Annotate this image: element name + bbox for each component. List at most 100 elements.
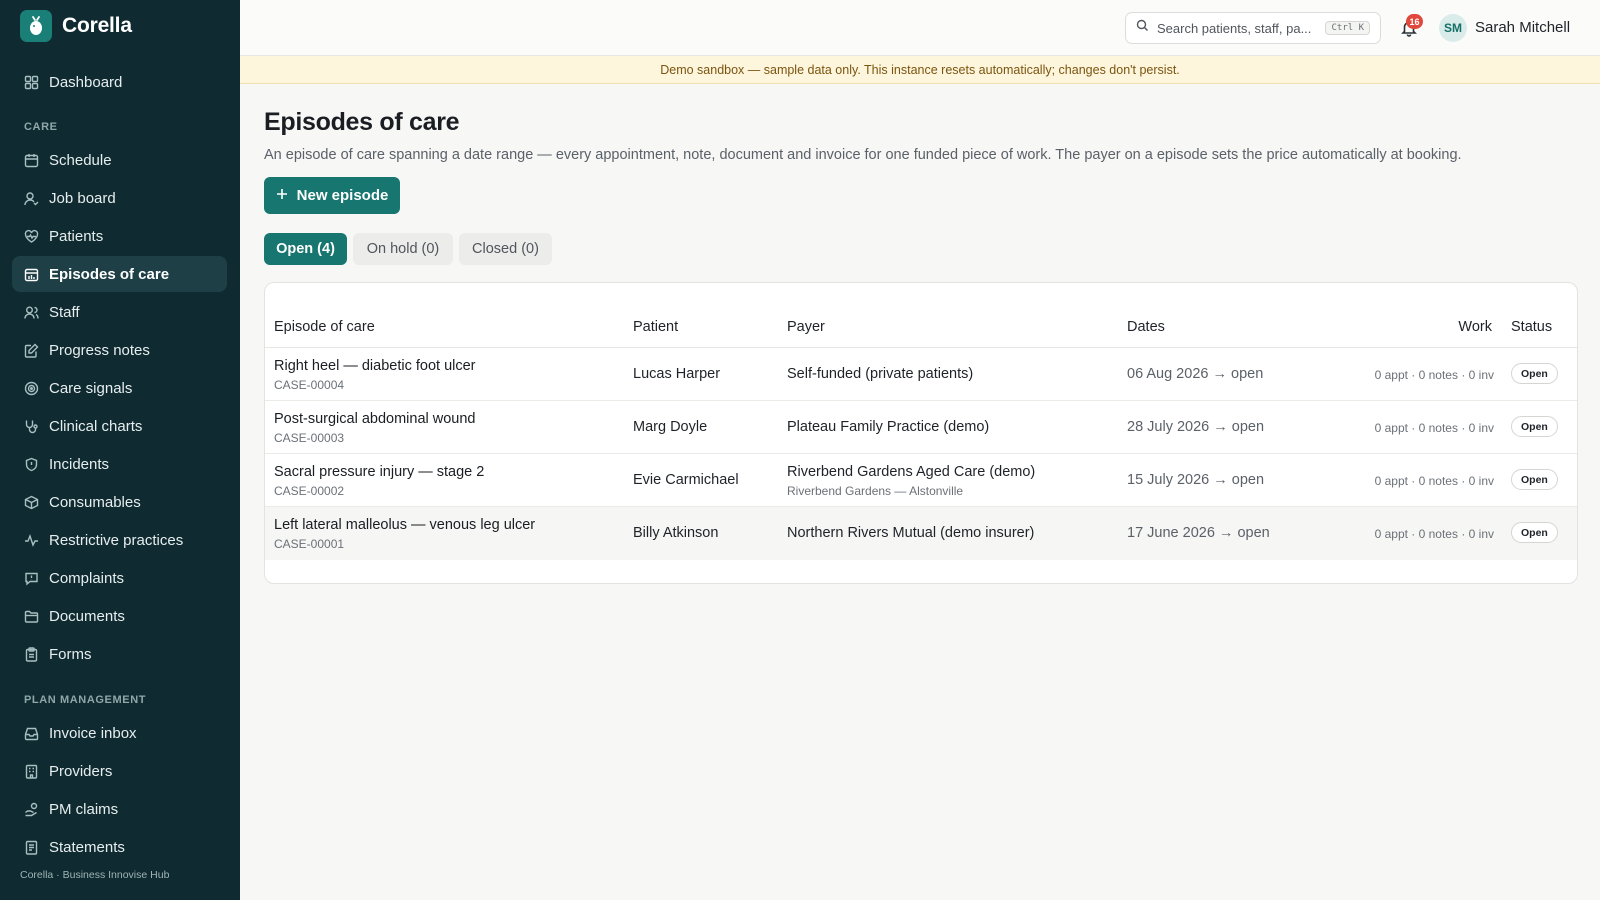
sidebar-item-invoice-inbox[interactable]: Invoice inbox xyxy=(12,715,227,751)
tab-open[interactable]: Open (4) xyxy=(264,233,347,265)
status-badge: Open xyxy=(1511,363,1558,384)
table-row[interactable]: Sacral pressure injury — stage 2 CASE-00… xyxy=(265,454,1577,507)
brand[interactable]: Corella xyxy=(20,10,132,42)
sidebar-item-pm-claims[interactable]: PM claims xyxy=(12,791,227,827)
stethoscope-icon xyxy=(24,419,39,434)
episode-title[interactable]: Post-surgical abdominal wound xyxy=(274,411,476,427)
grid-icon xyxy=(24,75,39,90)
building-icon xyxy=(24,764,39,779)
case-number: CASE-00003 xyxy=(274,431,345,445)
plus-icon xyxy=(276,188,288,203)
patient-name[interactable]: Marg Doyle xyxy=(633,419,707,435)
column-header-dates[interactable]: Dates xyxy=(1127,319,1165,335)
patient-name[interactable]: Evie Carmichael xyxy=(633,472,739,488)
sidebar-item-label: Job board xyxy=(49,189,116,207)
sidebar-item-episodes-of-care[interactable]: Episodes of care xyxy=(12,256,227,292)
sidebar-item-label: Restrictive practices xyxy=(49,531,184,549)
sidebar-item-incidents[interactable]: Incidents xyxy=(12,446,227,482)
brand-name: Corella xyxy=(62,14,132,37)
chart-calendar-icon xyxy=(24,267,39,282)
work-summary: 0 appt · 0 notes · 0 inv xyxy=(1374,368,1494,382)
sidebar-item-label: Staff xyxy=(49,303,80,321)
sidebar-item-forms[interactable]: Forms xyxy=(12,636,227,672)
new-episode-button[interactable]: New episode xyxy=(264,177,400,214)
sidebar-item-restrictive-practices[interactable]: Restrictive practices xyxy=(12,522,227,558)
sidebar-item-providers[interactable]: Providers xyxy=(12,753,227,789)
nav-section-care: CARE xyxy=(24,121,58,133)
search-input[interactable]: Search patients, staff, pa... xyxy=(1157,21,1317,36)
episode-title[interactable]: Sacral pressure injury — stage 2 xyxy=(274,464,484,480)
sidebar-item-dashboard[interactable]: Dashboard xyxy=(12,64,227,100)
calendar-icon xyxy=(24,153,39,168)
episode-dates: 06 Aug 2026 → open xyxy=(1127,366,1264,382)
sidebar-item-label: Complaints xyxy=(49,569,125,587)
message-alert-icon xyxy=(24,571,39,586)
episode-dates: 15 July 2026 → open xyxy=(1127,472,1265,488)
demo-banner-text: Demo sandbox — sample data only. This in… xyxy=(660,62,1180,77)
payer-name: Riverbend Gardens Aged Care (demo) xyxy=(787,464,1036,480)
status-badge: Open xyxy=(1511,522,1558,543)
sidebar-item-label: Consumables xyxy=(49,493,141,511)
episode-title[interactable]: Right heel — diabetic foot ulcer xyxy=(274,358,476,374)
user-name[interactable]: Sarah Mitchell xyxy=(1475,19,1570,36)
sidebar-item-patients[interactable]: Patients xyxy=(12,218,227,254)
sidebar-item-care-signals[interactable]: Care signals xyxy=(12,370,227,406)
work-summary: 0 appt · 0 notes · 0 inv xyxy=(1374,527,1494,541)
status-badge: Open xyxy=(1511,416,1558,437)
column-header-work[interactable]: Work xyxy=(1458,319,1492,335)
work-summary: 0 appt · 0 notes · 0 inv xyxy=(1374,421,1494,435)
patient-name[interactable]: Billy Atkinson xyxy=(633,525,718,541)
tab-on-hold[interactable]: On hold (0) xyxy=(353,233,453,265)
receipt-icon xyxy=(24,840,39,855)
corella-logo-icon xyxy=(20,10,52,42)
sidebar-item-documents[interactable]: Documents xyxy=(12,598,227,634)
table-row[interactable]: Left lateral malleolus — venous leg ulce… xyxy=(265,507,1577,560)
sidebar-item-label: Incidents xyxy=(49,455,110,473)
sidebar-item-consumables[interactable]: Consumables xyxy=(12,484,227,520)
search-shortcut-hint: Ctrl K xyxy=(1325,21,1370,35)
shield-alert-icon xyxy=(24,457,39,472)
patient-name[interactable]: Lucas Harper xyxy=(633,366,720,382)
sidebar-item-complaints[interactable]: Complaints xyxy=(12,560,227,596)
avatar[interactable]: SM xyxy=(1439,14,1467,42)
sidebar-item-staff[interactable]: Staff xyxy=(12,294,227,330)
heart-pulse-icon xyxy=(24,229,39,244)
page-title: Episodes of care xyxy=(264,108,460,136)
work-summary: 0 appt · 0 notes · 0 inv xyxy=(1374,474,1494,488)
sidebar-item-job-board[interactable]: Job board xyxy=(12,180,227,216)
activity-icon xyxy=(24,533,39,548)
column-header-patient[interactable]: Patient xyxy=(633,319,678,335)
sidebar: Corella Dashboard CARE Schedule Job boar… xyxy=(0,0,240,900)
payer-name: Self-funded (private patients) xyxy=(787,366,974,382)
payer-name: Plateau Family Practice (demo) xyxy=(787,419,990,435)
column-header-payer[interactable]: Payer xyxy=(787,319,825,335)
sidebar-item-progress-notes[interactable]: Progress notes xyxy=(12,332,227,368)
column-header-episode[interactable]: Episode of care xyxy=(274,319,375,335)
sidebar-item-label: PM claims xyxy=(49,800,119,818)
sidebar-footer: Corella · Business Innovise Hub xyxy=(20,869,170,881)
sidebar-item-schedule[interactable]: Schedule xyxy=(12,142,227,178)
topbar: Search patients, staff, pa... Ctrl K 16 … xyxy=(240,0,1600,56)
case-number: CASE-00002 xyxy=(274,484,345,498)
sidebar-item-label: Providers xyxy=(49,762,113,780)
sidebar-item-label: Care signals xyxy=(49,379,133,397)
clipboard-icon xyxy=(24,646,39,662)
sidebar-item-clinical-charts[interactable]: Clinical charts xyxy=(12,408,227,444)
global-search[interactable]: Search patients, staff, pa... Ctrl K xyxy=(1125,12,1381,44)
sidebar-item-label: Progress notes xyxy=(49,341,150,359)
status-badge: Open xyxy=(1511,469,1558,490)
sidebar-item-label: Forms xyxy=(49,645,92,663)
package-icon xyxy=(24,495,39,510)
table-row[interactable]: Post-surgical abdominal wound CASE-00003… xyxy=(265,401,1577,454)
table-row[interactable]: Right heel — diabetic foot ulcer CASE-00… xyxy=(265,348,1577,401)
column-header-status[interactable]: Status xyxy=(1511,319,1552,335)
episode-title[interactable]: Left lateral malleolus — venous leg ulce… xyxy=(274,517,535,533)
sidebar-item-label: Invoice inbox xyxy=(49,724,137,742)
episodes-table: Episode of care Patient Payer Dates Work… xyxy=(264,282,1578,584)
sidebar-item-statements[interactable]: Statements xyxy=(12,829,227,865)
folder-icon xyxy=(24,609,39,624)
sidebar-item-label: Clinical charts xyxy=(49,417,143,435)
nav-section-plan-management: PLAN MANAGEMENT xyxy=(24,694,147,706)
sidebar-item-label: Schedule xyxy=(49,151,112,169)
tab-closed[interactable]: Closed (0) xyxy=(459,233,552,265)
